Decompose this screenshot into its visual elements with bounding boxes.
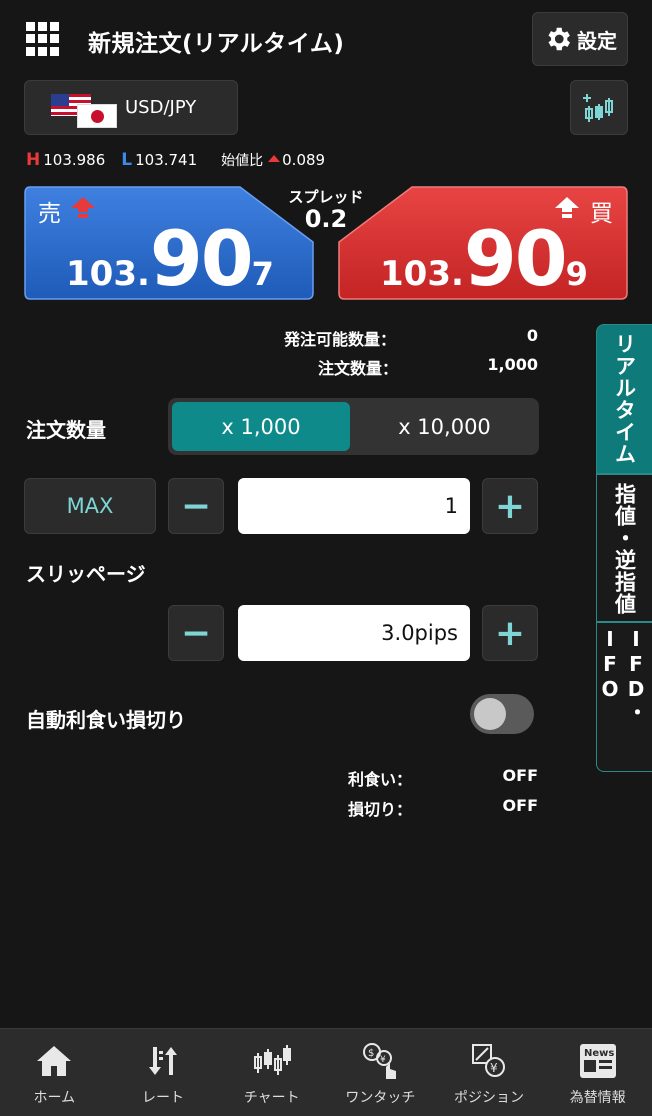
one-touch-icon: $ ¥ [363, 1043, 397, 1079]
jp-flag-icon [77, 103, 117, 128]
chart-button[interactable] [570, 80, 628, 135]
svg-text:¥: ¥ [490, 1061, 498, 1075]
nav-rate-label: レート [142, 1090, 184, 1106]
tab-limit-stop-label: 指値・逆指値 [612, 483, 637, 615]
nav-one-touch[interactable]: $ ¥ ワンタッチ [326, 1029, 435, 1116]
currency-pair-label: USD/JPY [125, 97, 197, 118]
svg-text:¥: ¥ [380, 1055, 386, 1065]
auto-limit-label: 自動利食い損切り [26, 708, 186, 732]
page-title: 新規注文(リアルタイム) [88, 31, 345, 57]
nav-home[interactable]: ホーム [0, 1029, 109, 1116]
nav-rate[interactable]: レート [109, 1029, 218, 1116]
tab-limit-stop[interactable]: 指値・逆指値 [596, 474, 652, 622]
slippage-input[interactable]: 3.0pips [238, 605, 470, 661]
sell-price: 103. 90 7 [66, 214, 274, 303]
quantity-label: 注文数量 [26, 418, 106, 442]
stop-loss-label: 損切り： [348, 800, 413, 819]
nav-news[interactable]: News 為替情報 [543, 1029, 652, 1116]
news-icon-text: News [584, 1048, 614, 1059]
currency-pair-button[interactable]: USD/JPY [24, 80, 238, 135]
unit-option-1000[interactable]: x 1,000 [172, 402, 350, 451]
tab-ifd-ifo-label: IFD・IFO [598, 627, 648, 723]
sell-price-button[interactable]: 売 103. 90 7 [24, 186, 314, 303]
unit-toggle: x 1,000 x 10,000 [168, 398, 539, 455]
sell-price-pip: 7 [251, 255, 274, 293]
position-icon: ¥ [472, 1044, 506, 1077]
candlestick-chart-icon [583, 93, 613, 122]
settings-label: 設定 [577, 28, 617, 53]
nav-home-label: ホーム [33, 1090, 76, 1106]
chart-icon [253, 1045, 291, 1075]
rate-icon [149, 1047, 177, 1075]
buy-price-button[interactable]: 買 103. 90 9 [338, 186, 628, 303]
change-label: 始値比 [221, 153, 264, 169]
tab-realtime-label: リアルタイム [612, 333, 637, 465]
order-quantity-info-label: 注文数量： [318, 359, 399, 378]
stop-loss-value: OFF [502, 796, 538, 815]
tab-realtime[interactable]: リアルタイム [596, 324, 652, 474]
svg-text:$: $ [368, 1048, 374, 1059]
high-marker: H [26, 150, 41, 170]
sell-label: 売 [38, 201, 61, 227]
switch-knob [474, 698, 506, 730]
take-profit-label: 利食い： [348, 770, 413, 789]
sell-price-big: 90 [149, 214, 254, 303]
buy-price: 103. 90 9 [380, 214, 588, 303]
tab-ifd-ifo[interactable]: IFD・IFO [596, 622, 652, 772]
quantity-plus-button[interactable]: + [482, 478, 538, 534]
available-quantity-value: 0 [526, 326, 538, 345]
header: 新規注文(リアルタイム) 設定 [0, 0, 652, 78]
bottom-nav: ホーム レート チャート $ ¥ ワンタッチ ¥ ポジション News 為替情報 [0, 1028, 652, 1116]
news-icon: News [579, 1044, 616, 1078]
slippage-plus-button[interactable]: + [482, 605, 538, 661]
buy-price-pip: 9 [565, 255, 588, 293]
auto-limit-switch[interactable] [470, 694, 534, 734]
nav-one-touch-label: ワンタッチ [345, 1090, 416, 1106]
quantity-input[interactable]: 1 [238, 478, 470, 534]
max-button[interactable]: MAX [24, 478, 156, 534]
order-type-tabs: リアルタイム 指値・逆指値 IFD・IFO [596, 324, 652, 772]
buy-label: 買 [590, 201, 613, 227]
nav-position[interactable]: ¥ ポジション [435, 1029, 544, 1116]
low-marker: L [121, 150, 133, 170]
flag-icon [51, 88, 117, 128]
slippage-label: スリッページ [26, 562, 146, 586]
unit-option-10000[interactable]: x 10,000 [354, 402, 535, 451]
high-low-row: H 103.986 L 103.741 始値比 0.089 [26, 150, 325, 170]
settings-button[interactable]: 設定 [532, 12, 628, 66]
nav-position-label: ポジション [454, 1090, 525, 1106]
buy-price-prefix: 103. [380, 254, 464, 294]
order-quantity-info-value: 1,000 [487, 355, 538, 374]
change-value: 0.089 [282, 151, 326, 169]
sell-price-prefix: 103. [66, 254, 150, 294]
up-arrow-icon [268, 154, 281, 162]
menu-grid-icon[interactable] [26, 22, 60, 56]
available-quantity-label: 発注可能数量： [284, 330, 397, 349]
nav-chart-label: チャート [243, 1090, 300, 1106]
home-icon [37, 1046, 72, 1076]
slippage-minus-button[interactable]: − [168, 605, 224, 661]
low-value: 103.741 [135, 151, 198, 169]
nav-news-label: 為替情報 [569, 1090, 626, 1106]
take-profit-value: OFF [502, 766, 538, 785]
quantity-minus-button[interactable]: − [168, 478, 224, 534]
nav-chart[interactable]: チャート [217, 1029, 326, 1116]
gear-icon [548, 27, 570, 51]
high-value: 103.986 [43, 151, 106, 169]
buy-price-big: 90 [463, 214, 568, 303]
